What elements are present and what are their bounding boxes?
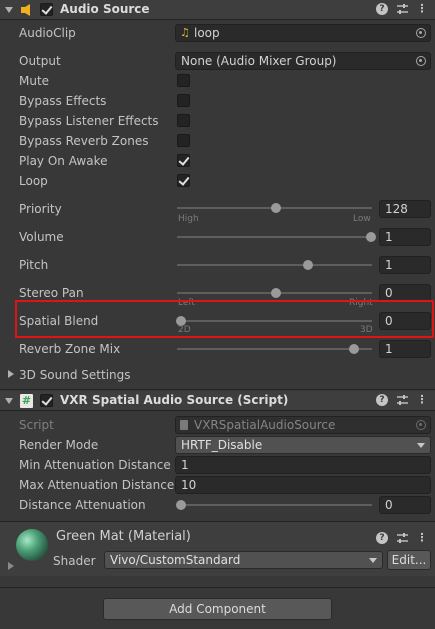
audio-clip-icon: ♫	[180, 26, 190, 39]
audio-clip-label: AudioClip	[19, 26, 76, 40]
shader-dropdown[interactable]: Vivo/CustomStandard	[104, 551, 383, 569]
volume-slider-track[interactable]	[177, 236, 372, 238]
output-value: None (Audio Mixer Group)	[181, 54, 337, 68]
render-mode-dropdown[interactable]: HRTF_Disable	[175, 436, 431, 454]
script-field: VXRSpatialAudioSource	[175, 416, 431, 434]
render-mode-value: HRTF_Disable	[181, 438, 263, 452]
script-file-icon	[180, 420, 188, 430]
volume-slider-thumb[interactable]	[366, 232, 376, 242]
pitch-slider-track[interactable]	[177, 264, 372, 266]
object-picker-icon[interactable]	[416, 56, 426, 66]
presets-icon[interactable]	[396, 3, 409, 16]
foldout-arrow-icon[interactable]	[5, 398, 13, 404]
stereo-pan-slider-thumb[interactable]	[271, 288, 281, 298]
divider	[0, 389, 435, 390]
vxr-script-header[interactable]: # VXR Spatial Audio Source (Script) ? ⋮	[0, 391, 435, 411]
presets-icon[interactable]	[396, 394, 409, 407]
context-menu-icon[interactable]: ⋮	[416, 532, 428, 544]
reverb-zone-mix-slider-thumb[interactable]	[349, 344, 359, 354]
render-mode-label: Render Mode	[19, 438, 99, 452]
pitch-label: Pitch	[19, 258, 49, 272]
play-on-awake-label: Play On Awake	[19, 154, 108, 168]
audio-clip-field[interactable]: ♫ loop	[175, 24, 431, 42]
distance-attenuation-slider-track[interactable]	[177, 504, 372, 506]
bypass-reverb-zones-label: Bypass Reverb Zones	[19, 134, 149, 148]
script-icon: #	[20, 394, 33, 408]
highlight-box	[15, 300, 434, 338]
foldout-arrow-icon[interactable]	[5, 7, 13, 13]
volume-label: Volume	[19, 230, 64, 244]
material-preview-icon	[16, 529, 48, 561]
distance-attenuation-slider-thumb[interactable]	[176, 500, 186, 510]
speaker-icon	[21, 4, 30, 16]
max-attenuation-field[interactable]: 10	[175, 476, 431, 494]
loop-checkbox[interactable]	[177, 174, 190, 187]
vxr-script-title: VXR Spatial Audio Source (Script)	[60, 393, 289, 407]
priority-low-label: Low	[353, 214, 371, 224]
divider	[0, 587, 435, 588]
priority-label: Priority	[19, 202, 62, 216]
chevron-down-icon	[369, 558, 377, 563]
audio-source-enabled-checkbox[interactable]	[40, 3, 53, 16]
sound-settings-label[interactable]: 3D Sound Settings	[19, 368, 131, 382]
presets-icon[interactable]	[396, 532, 409, 545]
output-field[interactable]: None (Audio Mixer Group)	[175, 52, 431, 70]
stereo-pan-label: Stereo Pan	[19, 286, 84, 300]
bypass-effects-label: Bypass Effects	[19, 94, 107, 108]
help-icon[interactable]: ?	[376, 394, 388, 406]
audio-clip-value: loop	[194, 26, 220, 40]
loop-label: Loop	[19, 174, 48, 188]
min-attenuation-label: Min Attenuation Distance	[19, 458, 171, 472]
mute-checkbox[interactable]	[177, 74, 190, 87]
context-menu-icon[interactable]: ⋮	[416, 3, 428, 15]
bypass-listener-effects-checkbox[interactable]	[177, 114, 190, 127]
reverb-zone-mix-slider-track[interactable]	[177, 348, 372, 350]
chevron-down-icon	[417, 443, 425, 448]
play-on-awake-checkbox[interactable]	[177, 154, 190, 167]
material-foldout-icon[interactable]	[8, 562, 14, 570]
vxr-script-enabled-checkbox[interactable]	[40, 394, 53, 407]
bypass-reverb-zones-checkbox[interactable]	[177, 134, 190, 147]
bypass-listener-effects-label: Bypass Listener Effects	[19, 114, 159, 128]
bypass-effects-checkbox[interactable]	[177, 94, 190, 107]
priority-value-field[interactable]: 128	[379, 200, 431, 218]
reverb-zone-mix-label: Reverb Zone Mix	[19, 342, 121, 356]
priority-slider-thumb[interactable]	[271, 203, 281, 213]
reverb-zone-mix-value-field[interactable]: 1	[379, 340, 431, 358]
audio-source-title: Audio Source	[60, 2, 150, 16]
priority-high-label: High	[178, 214, 199, 224]
distance-attenuation-value-field[interactable]: 0	[379, 496, 431, 514]
material-title: Green Mat (Material)	[56, 529, 191, 544]
shader-label: Shader	[53, 554, 96, 568]
distance-attenuation-label: Distance Attenuation	[19, 498, 146, 512]
audio-source-header[interactable]: Audio Source ? ⋮	[0, 0, 435, 20]
shader-value: Vivo/CustomStandard	[110, 553, 241, 567]
max-attenuation-label: Max Attenuation Distance	[19, 478, 175, 492]
help-icon[interactable]: ?	[376, 532, 388, 544]
object-picker-icon[interactable]	[416, 28, 426, 38]
output-label: Output	[19, 54, 61, 68]
add-component-button[interactable]: Add Component	[103, 598, 332, 620]
context-menu-icon[interactable]: ⋮	[416, 394, 428, 406]
script-label: Script	[19, 418, 54, 432]
min-attenuation-field[interactable]: 1	[175, 456, 431, 474]
script-value: VXRSpatialAudioSource	[194, 418, 336, 432]
pitch-slider-thumb[interactable]	[303, 260, 313, 270]
object-picker-icon	[416, 420, 426, 430]
pitch-value-field[interactable]: 1	[379, 256, 431, 274]
help-icon[interactable]: ?	[376, 3, 388, 15]
sound-settings-foldout-icon[interactable]	[8, 370, 14, 378]
edit-shader-button[interactable]: Edit...	[387, 550, 431, 570]
volume-value-field[interactable]: 1	[379, 228, 431, 246]
mute-label: Mute	[19, 74, 50, 88]
